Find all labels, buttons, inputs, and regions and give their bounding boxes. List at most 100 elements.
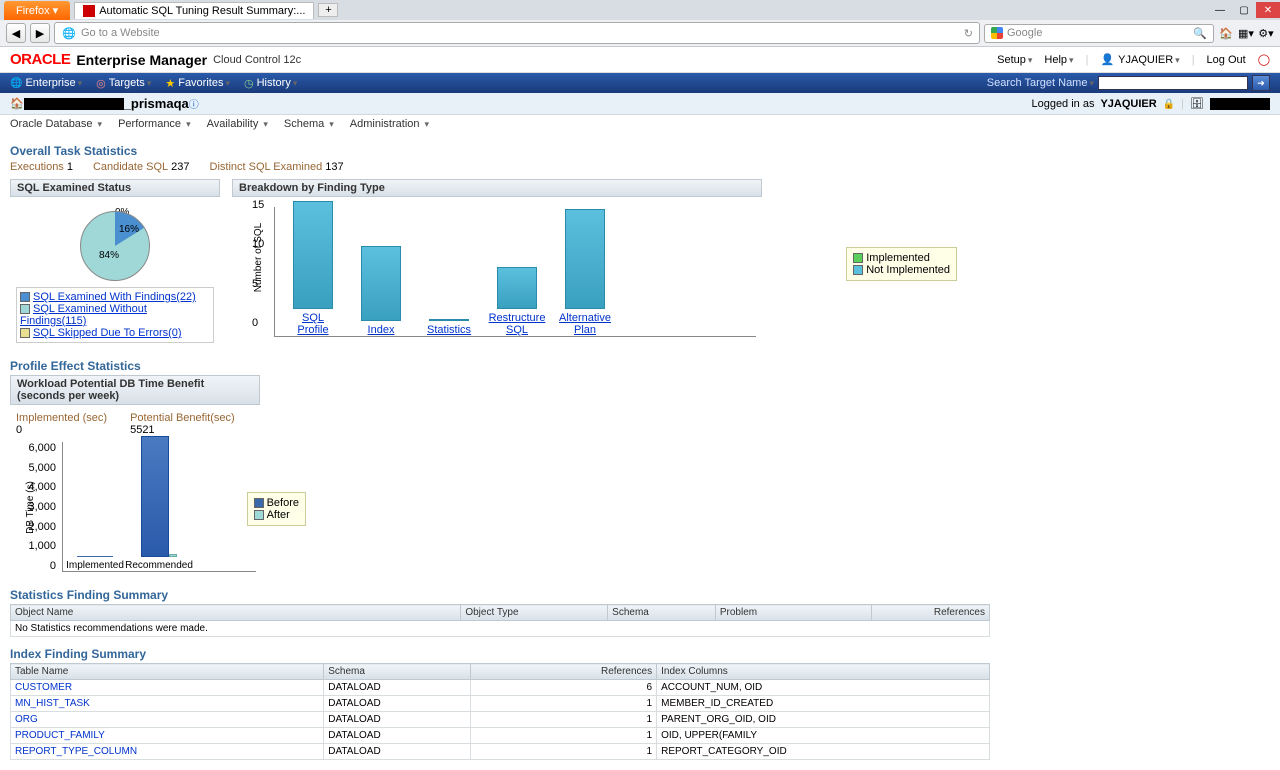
nav-favorites[interactable]: Favorites	[165, 77, 230, 90]
table-link[interactable]: CUSTOMER	[11, 680, 324, 696]
star-icon	[165, 77, 175, 90]
bookmarks-icon[interactable]: ▦▾	[1238, 25, 1254, 41]
brand-icon: ◯	[1258, 53, 1270, 66]
pie-chart: 16% 84%	[80, 211, 150, 281]
search-target-label[interactable]: Search Target Name	[987, 77, 1094, 89]
profile-legend: Before After	[247, 492, 306, 526]
profile-header: Workload Potential DB Time Benefit (seco…	[10, 375, 260, 405]
logout-link[interactable]: Log Out	[1207, 54, 1246, 66]
clock-icon	[244, 77, 254, 90]
oracle-logo: ORACLE	[10, 51, 70, 68]
stats-empty-row: No Statistics recommendations were made.	[11, 621, 990, 637]
em-title: Enterprise Manager	[76, 52, 207, 68]
nav-history[interactable]: History	[244, 77, 297, 90]
task-stats-row: Executions1 Candidate SQL237 Distinct SQ…	[10, 161, 1270, 173]
logged-in-user: YJAQUIER	[1100, 98, 1156, 110]
bar-panel: Breakdown by Finding Type Number of SQL …	[232, 179, 762, 347]
user-menu[interactable]: 👤 YJAQUIER	[1100, 53, 1179, 66]
legend-link-skipped[interactable]: SQL Skipped Due To Errors(0)	[33, 327, 182, 339]
legend-link-nofindings[interactable]: SQL Examined Without Findings(115)	[20, 303, 147, 327]
redacted-host	[1210, 98, 1270, 110]
target-icon	[96, 77, 106, 90]
table-row: ORGDATALOAD1PARENT_ORG_OID, OID	[11, 712, 990, 728]
bar-index: Index	[359, 246, 403, 336]
submenu-administration[interactable]: Administration	[350, 118, 429, 130]
forward-button[interactable]: ▶	[30, 23, 50, 43]
index-finding-title: Index Finding Summary	[10, 647, 1270, 661]
bar-yticks: 151050	[252, 199, 264, 329]
nav-targets[interactable]: Targets	[96, 77, 151, 90]
profile-chart: Implemented Recommended	[62, 442, 256, 572]
stats-finding-title: Statistics Finding Summary	[10, 588, 1270, 602]
profile-effect-title: Profile Effect Statistics	[10, 359, 1270, 373]
table-link[interactable]: MN_HIST_TASK	[11, 696, 324, 712]
reload-icon[interactable]: ↻	[964, 27, 973, 40]
search-target-input[interactable]	[1098, 76, 1248, 90]
help-menu[interactable]: Help	[1044, 54, 1073, 66]
target-submenu: Oracle Database Performance Availability…	[0, 115, 1280, 133]
pie-panel: SQL Examined Status 0% 16% 84% SQL Exami…	[10, 179, 220, 347]
table-link[interactable]: REPORT_TYPE_COLUMN	[11, 744, 324, 760]
bar-legend: Implemented Not Implemented	[846, 247, 957, 281]
firefox-menu[interactable]: Firefox ▾	[4, 1, 70, 20]
submenu-availability[interactable]: Availability	[207, 118, 268, 130]
index-finding-table: Table Name Schema References Index Colum…	[10, 663, 990, 760]
content: Overall Task Statistics Executions1 Cand…	[0, 133, 1280, 769]
more-icon[interactable]: ⚙▾	[1258, 25, 1274, 41]
search-go-button[interactable]: ➜	[1252, 75, 1270, 91]
submenu-oracle-db[interactable]: Oracle Database	[10, 118, 102, 130]
table-row: CUSTOMERDATALOAD6ACCOUNT_NUM, OID	[11, 680, 990, 696]
primary-nav: Enterprise Targets Favorites History Sea…	[0, 73, 1280, 93]
stats-finding-table: Object Name Object Type Schema Problem R…	[10, 604, 990, 637]
nav-toolbar: ◀ ▶ 🌐 Go to a Website ↻ Google 🔍 🏠 ▦▾ ⚙▾	[0, 20, 1280, 46]
target-header: _prismaqa ⓘ Logged in as YJAQUIER | 🗄	[0, 93, 1280, 115]
search-bar[interactable]: Google 🔍	[984, 24, 1214, 43]
logged-in-label: Logged in as	[1031, 98, 1094, 110]
pie-legend: SQL Examined With Findings(22) SQL Exami…	[16, 287, 214, 343]
address-bar[interactable]: 🌐 Go to a Website ↻	[54, 22, 980, 44]
legend-link-findings[interactable]: SQL Examined With Findings(22)	[33, 291, 196, 303]
globe-icon: 🌐	[61, 25, 77, 41]
profile-yticks: 6,0005,0004,0003,0002,0001,0000	[26, 442, 56, 572]
em-subtitle: Cloud Control 12c	[213, 54, 301, 66]
bar-restructure-sql: Restructure SQL	[495, 267, 539, 336]
submenu-schema[interactable]: Schema	[284, 118, 334, 130]
bar-statistics: Statistics	[427, 319, 471, 336]
table-row: MN_HIST_TASKDATALOAD1MEMBER_ID_CREATED	[11, 696, 990, 712]
setup-menu[interactable]: Setup	[997, 54, 1032, 66]
browser-chrome: Firefox ▾ Automatic SQL Tuning Result Su…	[0, 0, 1280, 47]
search-icon[interactable]: 🔍	[1193, 27, 1207, 40]
target-name: _prismaqa	[124, 96, 189, 111]
home-icon[interactable]: 🏠	[1218, 25, 1234, 41]
redacted-target	[24, 98, 124, 110]
bar-chart: SQL ProfileIndexStatisticsRestructure SQ…	[274, 207, 756, 337]
browser-tab[interactable]: Automatic SQL Tuning Result Summary:...	[74, 2, 314, 19]
bar-header: Breakdown by Finding Type	[232, 179, 762, 197]
table-link[interactable]: ORG	[11, 712, 324, 728]
table-row: PRODUCT_FAMILYDATALOAD1OID, UPPER(FAMILY	[11, 728, 990, 744]
db-icon: 🗄	[1190, 97, 1204, 110]
minimize-button[interactable]: —	[1208, 2, 1232, 18]
pie-header: SQL Examined Status	[10, 179, 220, 197]
maximize-button[interactable]: ▢	[1232, 2, 1256, 18]
close-button[interactable]: ✕	[1256, 2, 1280, 18]
back-button[interactable]: ◀	[6, 23, 26, 43]
google-icon	[991, 27, 1003, 39]
bar-alternative-plan: Alternative Plan	[563, 209, 607, 336]
globe-icon	[10, 77, 22, 89]
nav-enterprise[interactable]: Enterprise	[10, 77, 82, 90]
table-link[interactable]: PRODUCT_FAMILY	[11, 728, 324, 744]
oracle-header: ORACLE Enterprise Manager Cloud Control …	[0, 47, 1280, 73]
profile-panel: Workload Potential DB Time Benefit (seco…	[10, 375, 260, 576]
lock-icon	[1163, 98, 1175, 110]
home-icon[interactable]	[10, 97, 24, 110]
submenu-performance[interactable]: Performance	[118, 118, 191, 130]
oracle-favicon	[83, 5, 95, 17]
table-row: REPORT_TYPE_COLUMNDATALOAD1REPORT_CATEGO…	[11, 744, 990, 760]
info-icon[interactable]: ⓘ	[189, 96, 199, 111]
new-tab-button[interactable]: +	[318, 3, 338, 17]
user-icon: 👤	[1100, 53, 1114, 66]
bar-sql-profile: SQL Profile	[291, 201, 335, 336]
tab-strip: Firefox ▾ Automatic SQL Tuning Result Su…	[0, 0, 1280, 20]
overall-task-stats-title: Overall Task Statistics	[10, 144, 1270, 158]
